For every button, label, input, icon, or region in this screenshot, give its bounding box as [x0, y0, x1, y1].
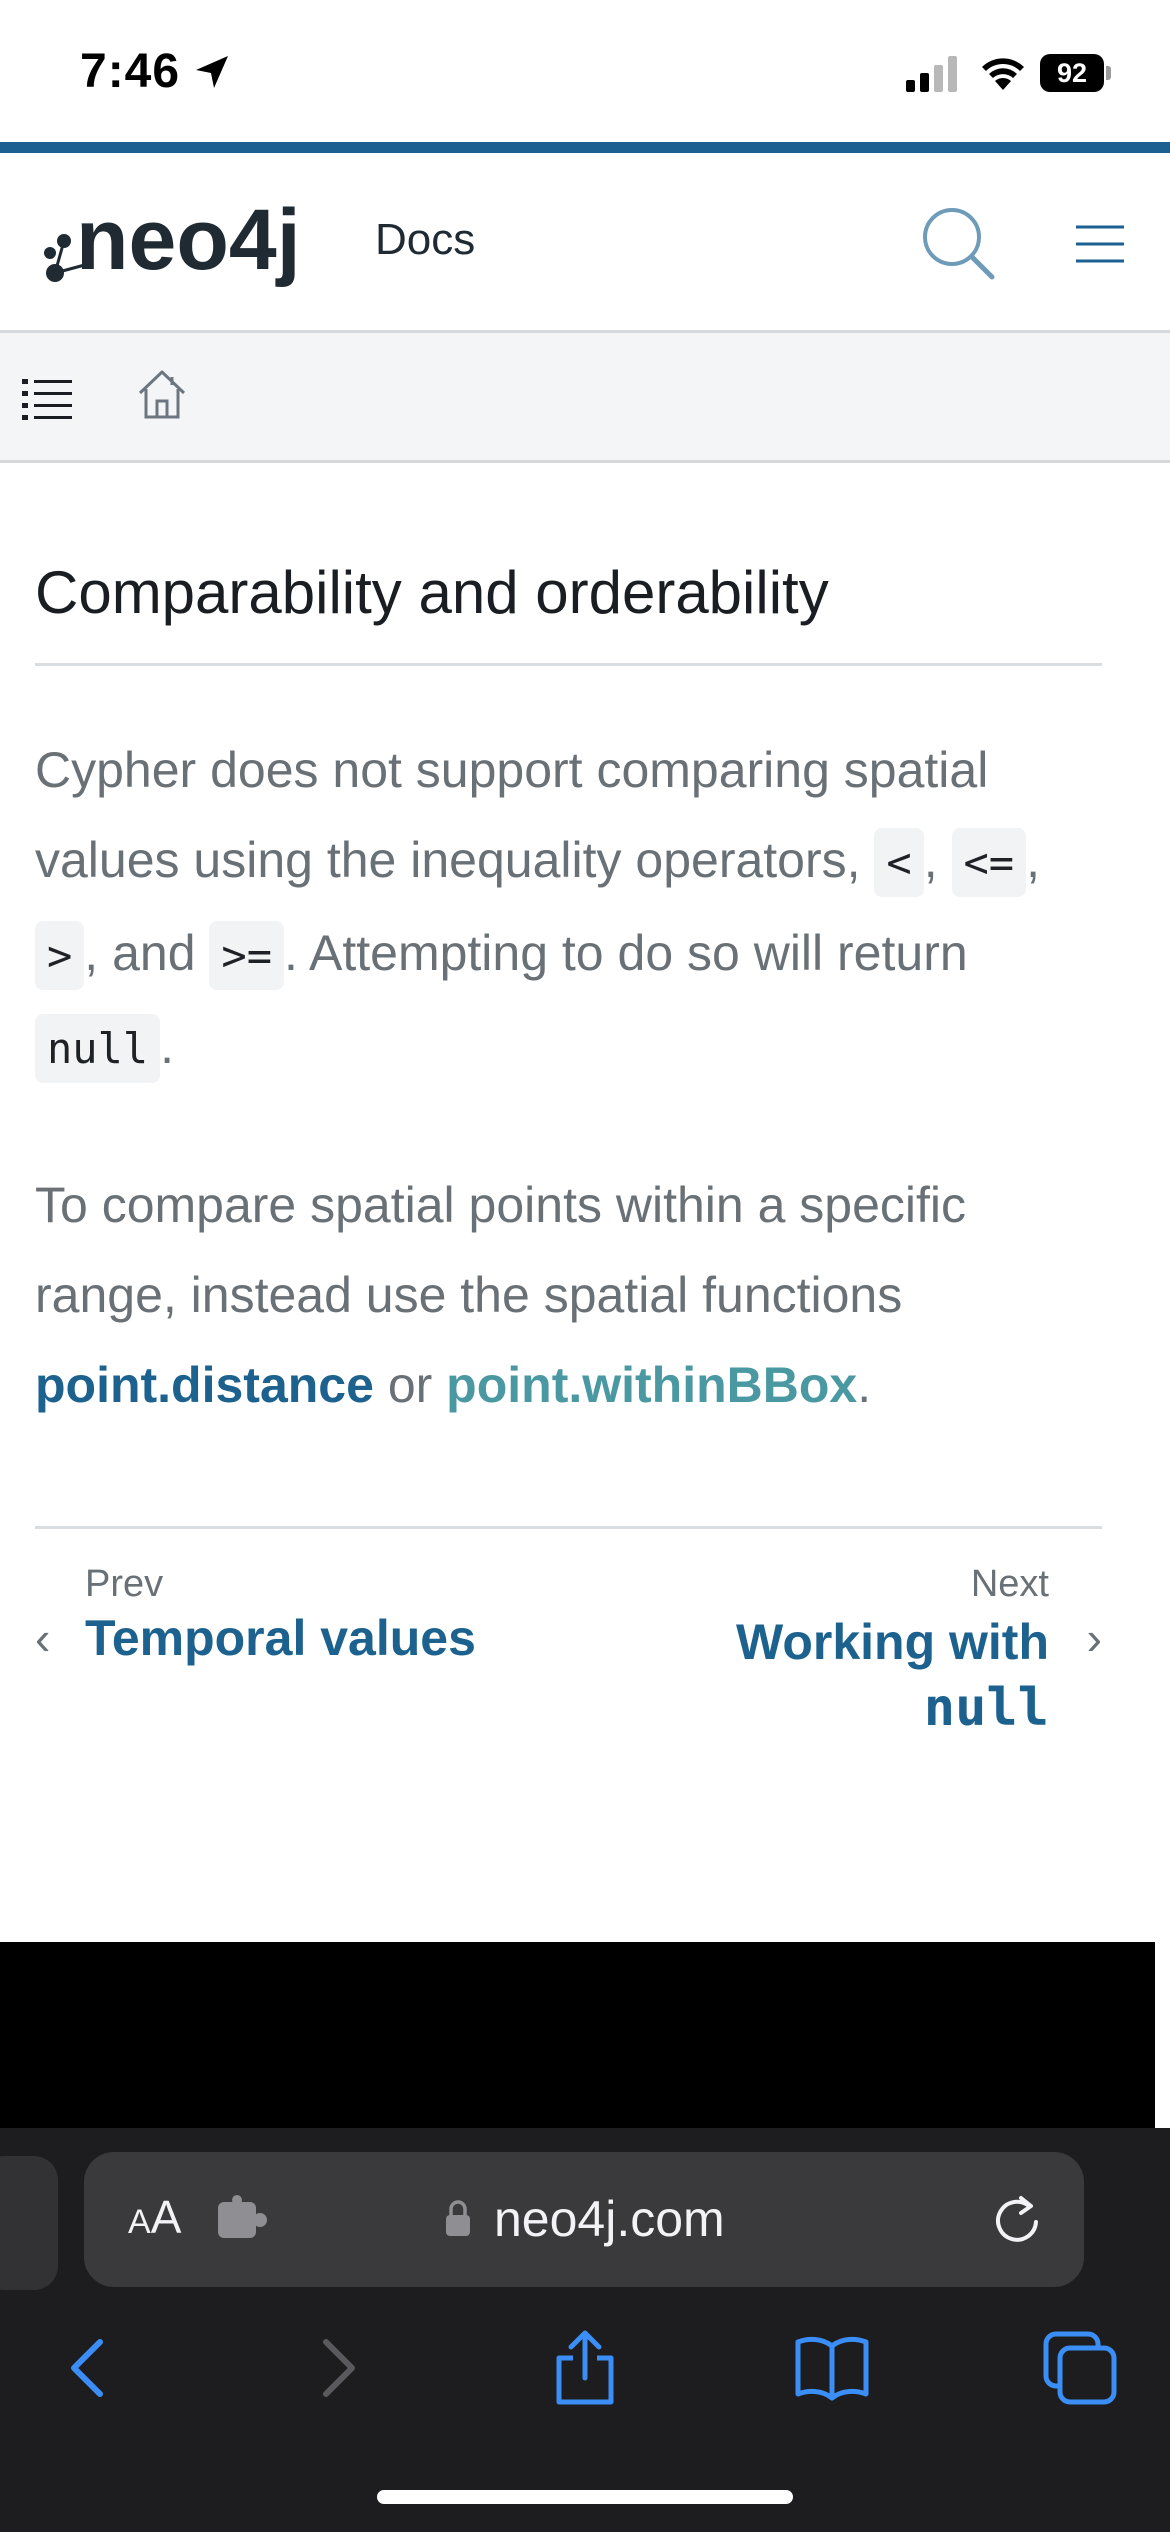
chevron-right-icon: ›: [1086, 1612, 1102, 1664]
reader-text-size-button[interactable]: AA: [128, 2190, 181, 2244]
cellular-signal-icon: [906, 56, 957, 92]
browser-toolbar: AA neo4j.com: [0, 2128, 1170, 2532]
link-point-withinbbox[interactable]: point.withinBBox: [446, 1357, 857, 1413]
next-page-link[interactable]: Next Working with null ›: [640, 1563, 1102, 1743]
status-time: 7:46: [80, 45, 181, 98]
paragraph-comparability: Cypher does not support comparing spatia…: [35, 725, 1102, 1094]
code-gte: >=: [209, 921, 284, 990]
next-label: Next: [970, 1563, 1049, 1605]
wifi-icon: [982, 58, 1024, 90]
bookmarks-book-icon[interactable]: [792, 2328, 872, 2408]
home-indicator[interactable]: [377, 2490, 793, 2504]
docs-subnav: [0, 333, 1170, 463]
neo4j-logo[interactable]: neo4j: [40, 191, 330, 291]
prev-title: Temporal values: [85, 1610, 476, 1666]
status-bar: 7:46 92: [0, 0, 1170, 145]
link-point-distance[interactable]: point.distance: [35, 1357, 374, 1413]
next-title: Working with null: [736, 1609, 1049, 1741]
title-divider: [35, 663, 1102, 666]
home-icon[interactable]: [132, 365, 192, 425]
logo-wordmark: neo4j: [76, 192, 301, 288]
section-title: Comparability and orderability: [35, 559, 829, 626]
para1-text-1: Cypher does not support comparing spatia…: [35, 742, 989, 888]
search-icon[interactable]: [918, 203, 998, 283]
forward-arrow-icon[interactable]: [298, 2328, 378, 2408]
black-overlay-band: [0, 1942, 1155, 2128]
para1-text-2: ,: [923, 832, 952, 888]
para1-text-5: . Attempting to do so will return: [283, 925, 968, 981]
para2-text-1: To compare spatial points within a speci…: [35, 1177, 967, 1323]
share-icon[interactable]: [545, 2328, 625, 2408]
reload-icon[interactable]: [989, 2192, 1045, 2248]
black-band-edge: [1155, 1942, 1170, 2128]
table-of-contents-icon[interactable]: [20, 373, 76, 429]
paragraph-spatial-functions: To compare spatial points within a speci…: [35, 1160, 1102, 1430]
site-header: neo4j Docs: [0, 153, 1170, 333]
para2-text-2: or: [373, 1357, 447, 1413]
battery-level: 92: [1040, 54, 1104, 92]
next-title-code: null: [923, 1678, 1049, 1738]
tabs-overview-icon[interactable]: [1040, 2328, 1120, 2408]
code-lte: <=: [951, 828, 1027, 897]
para2-text-3: .: [857, 1357, 872, 1413]
location-arrow-icon: [196, 56, 228, 88]
hamburger-menu-icon[interactable]: [1070, 219, 1130, 269]
prev-label: Prev: [85, 1563, 164, 1605]
battery-tip: [1106, 66, 1111, 80]
aa-large-letter: A: [150, 2191, 182, 2243]
extension-puzzle-icon[interactable]: [214, 2194, 268, 2244]
top-accent-bar: [0, 142, 1170, 153]
code-gt: >: [35, 921, 85, 990]
pager-divider: [35, 1526, 1102, 1529]
address-bar[interactable]: AA neo4j.com: [84, 2152, 1084, 2287]
code-null: null: [35, 1014, 161, 1083]
url-text[interactable]: neo4j.com: [494, 2190, 725, 2248]
para1-text-6: .: [160, 1018, 175, 1074]
chevron-left-icon: ‹: [35, 1612, 51, 1664]
battery-indicator: 92: [1040, 54, 1112, 92]
docs-label[interactable]: Docs: [375, 215, 475, 265]
next-title-text: Working with: [736, 1614, 1049, 1670]
para1-text-4: , and: [84, 925, 210, 981]
para1-text-3: ,: [1026, 832, 1040, 888]
code-lt: <: [874, 828, 924, 897]
lock-icon: [446, 2200, 470, 2236]
back-arrow-icon[interactable]: [48, 2328, 128, 2408]
aa-small-letter: A: [128, 2203, 151, 2241]
previous-tab-stub[interactable]: [0, 2156, 58, 2290]
prev-page-link[interactable]: ‹ Prev Temporal values: [35, 1563, 535, 1683]
